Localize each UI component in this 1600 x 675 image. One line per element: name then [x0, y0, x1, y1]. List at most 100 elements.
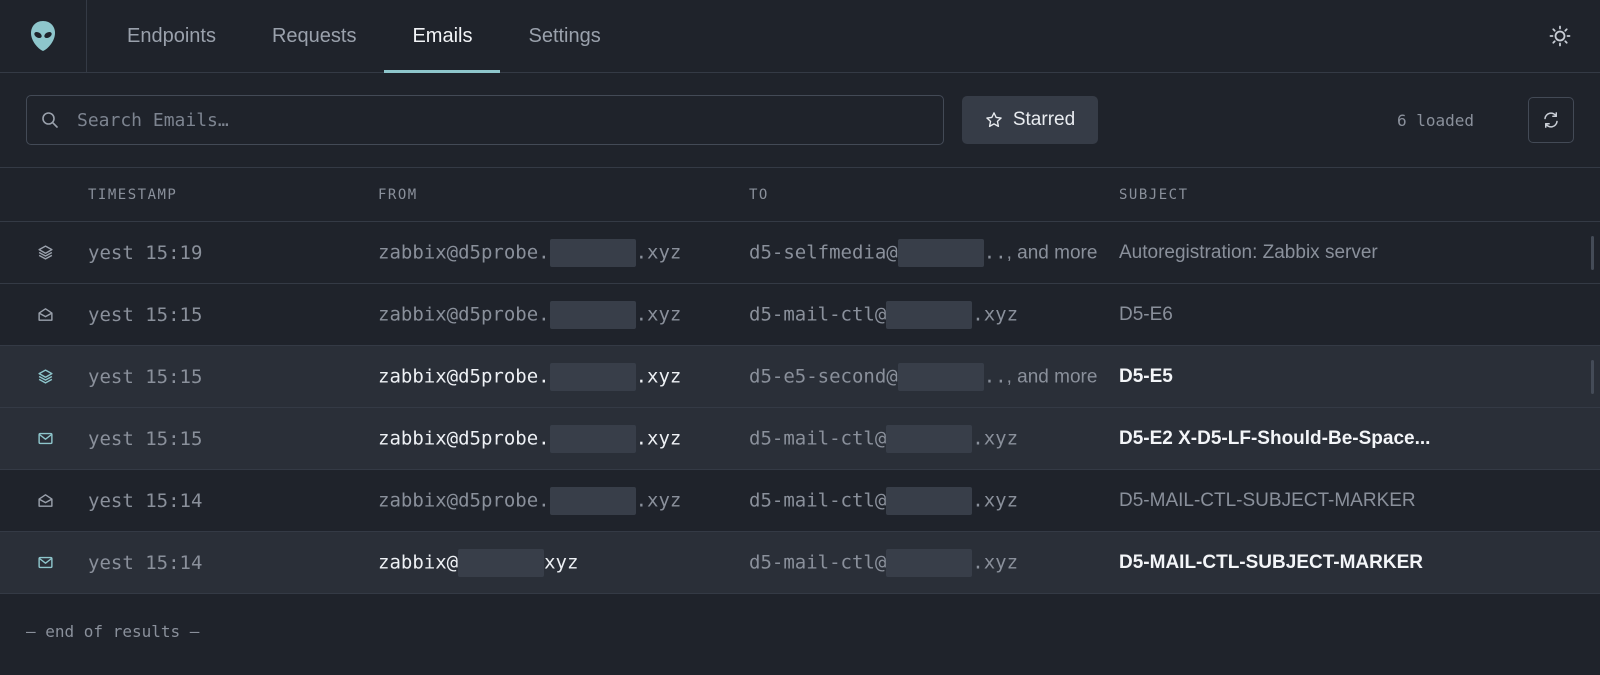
row-from: zabbix@d5probe. .xyz	[378, 300, 749, 329]
scrollbar-thumb[interactable]	[1591, 236, 1594, 270]
layers-icon	[38, 245, 53, 260]
redacted-block	[549, 486, 636, 515]
row-timestamp: yest 15:19	[88, 241, 203, 264]
to-prefix: d5-mail-ctl@	[749, 551, 887, 573]
to-suffix: ..	[983, 365, 1007, 387]
from-prefix: zabbix@d5probe.	[378, 489, 550, 511]
scrollbar-thumb[interactable]	[1591, 360, 1594, 394]
row-subject: D5-E5	[1119, 365, 1173, 387]
row-from: zabbix@d5probe. .xyz	[378, 238, 749, 267]
header-subject[interactable]: SUBJECT	[1119, 187, 1600, 203]
theme-toggle-button[interactable]	[1546, 22, 1574, 50]
from-prefix: zabbix@d5probe.	[378, 241, 550, 263]
table-row[interactable]: yest 15:14 zabbix@ xyz d5-mail-ctl@ .xyz D…	[0, 532, 1600, 594]
row-to: d5-selfmedia@.., and more	[749, 238, 1119, 267]
header-timestamp[interactable]: TIMESTAMP	[88, 187, 378, 203]
tab-requests[interactable]: Requests	[244, 0, 385, 72]
redacted-block	[549, 238, 636, 267]
to-suffix: ..	[983, 241, 1007, 263]
from-prefix: zabbix@	[378, 551, 459, 573]
row-icon-cell	[0, 430, 88, 447]
mail-icon	[38, 556, 53, 569]
mail-icon	[38, 432, 53, 445]
row-from: zabbix@d5probe. .xyz	[378, 424, 749, 453]
table-row[interactable]: yest 15:19 zabbix@d5probe. .xyz d5-selfme…	[0, 222, 1600, 284]
to-suffix: .xyz	[972, 303, 1019, 325]
row-icon-cell	[0, 368, 88, 385]
row-icon-cell	[0, 244, 88, 261]
star-icon	[986, 112, 1002, 128]
tab-emails[interactable]: Emails	[384, 0, 501, 73]
row-to: d5-e5-second@.., and more	[749, 362, 1119, 391]
alien-logo-icon	[31, 21, 55, 51]
loaded-count: 6 loaded	[1396, 110, 1474, 130]
from-suffix: .xyz	[635, 365, 682, 387]
search-input[interactable]	[75, 108, 879, 132]
row-from: zabbix@d5probe. .xyz	[378, 486, 749, 515]
from-suffix: .xyz	[635, 303, 682, 325]
table-row[interactable]: yest 15:15 zabbix@d5probe. .xyz d5-e5-sec…	[0, 346, 1600, 408]
row-subject: D5-E2 X-D5-LF-Should-Be-Space...	[1119, 427, 1431, 449]
header-to[interactable]: TO	[749, 187, 1119, 203]
row-subject: D5-E6	[1119, 303, 1173, 325]
top-nav: Endpoints Requests Emails Settings	[0, 0, 1600, 73]
nav-tabs: Endpoints Requests Emails Settings	[99, 0, 629, 73]
redacted-block	[886, 548, 973, 577]
row-subject: Autoregistration: Zabbix server	[1119, 241, 1378, 263]
redacted-block	[886, 424, 973, 453]
redacted-block	[897, 362, 984, 391]
redacted-block	[549, 300, 636, 329]
layers-icon	[38, 369, 53, 384]
row-from: zabbix@d5probe. .xyz	[378, 362, 749, 391]
search-icon	[42, 112, 58, 128]
row-icon-cell	[0, 306, 88, 323]
row-subject: D5-MAIL-CTL-SUBJECT-MARKER	[1119, 551, 1423, 573]
search-box[interactable]	[26, 95, 944, 145]
starred-filter-button[interactable]: Starred	[962, 96, 1098, 144]
to-suffix: .xyz	[972, 489, 1019, 511]
mail-open-icon	[38, 308, 53, 321]
from-suffix: .xyz	[635, 489, 682, 511]
row-subject: D5-MAIL-CTL-SUBJECT-MARKER	[1119, 489, 1416, 511]
table-row[interactable]: yest 15:14 zabbix@d5probe. .xyz d5-mail-c…	[0, 470, 1600, 532]
row-to: d5-mail-ctl@ .xyz	[749, 300, 1119, 329]
row-to: d5-mail-ctl@ .xyz	[749, 486, 1119, 515]
refresh-icon	[1544, 112, 1558, 128]
tab-endpoints[interactable]: Endpoints	[99, 0, 244, 72]
redacted-block	[549, 362, 636, 391]
row-icon-cell	[0, 554, 88, 571]
to-suffix: .xyz	[972, 427, 1019, 449]
refresh-button[interactable]	[1528, 97, 1574, 143]
to-more: , and more	[1006, 366, 1098, 387]
to-prefix: d5-mail-ctl@	[749, 489, 887, 511]
row-to: d5-mail-ctl@ .xyz	[749, 424, 1119, 453]
tab-settings[interactable]: Settings	[500, 0, 628, 72]
from-suffix: .xyz	[635, 241, 682, 263]
redacted-block	[886, 486, 973, 515]
row-timestamp: yest 15:14	[88, 551, 203, 574]
to-more: , and more	[1006, 242, 1098, 263]
from-suffix: xyz	[544, 551, 579, 573]
mail-open-icon	[38, 494, 53, 507]
from-prefix: zabbix@d5probe.	[378, 427, 550, 449]
toolbar: Starred 6 loaded	[0, 73, 1600, 168]
from-prefix: zabbix@d5probe.	[378, 303, 550, 325]
logo[interactable]	[0, 0, 87, 72]
row-timestamp: yest 15:15	[88, 427, 203, 450]
sun-icon	[1549, 25, 1571, 47]
email-list: yest 15:19 zabbix@d5probe. .xyz d5-selfme…	[0, 222, 1600, 594]
redacted-block	[886, 300, 973, 329]
to-prefix: d5-e5-second@	[749, 365, 898, 387]
end-of-results: — end of results —	[26, 622, 200, 641]
row-timestamp: yest 15:14	[88, 489, 203, 512]
row-from: zabbix@ xyz	[378, 548, 749, 577]
redacted-block	[549, 424, 636, 453]
table-row[interactable]: yest 15:15 zabbix@d5probe. .xyz d5-mail-c…	[0, 284, 1600, 346]
to-suffix: .xyz	[972, 551, 1019, 573]
table-row[interactable]: yest 15:15 zabbix@d5probe. .xyz d5-mail-c…	[0, 408, 1600, 470]
to-prefix: d5-selfmedia@	[749, 241, 898, 263]
from-suffix: .xyz	[635, 427, 682, 449]
to-prefix: d5-mail-ctl@	[749, 427, 887, 449]
row-icon-cell	[0, 492, 88, 509]
header-from[interactable]: FROM	[378, 187, 749, 203]
